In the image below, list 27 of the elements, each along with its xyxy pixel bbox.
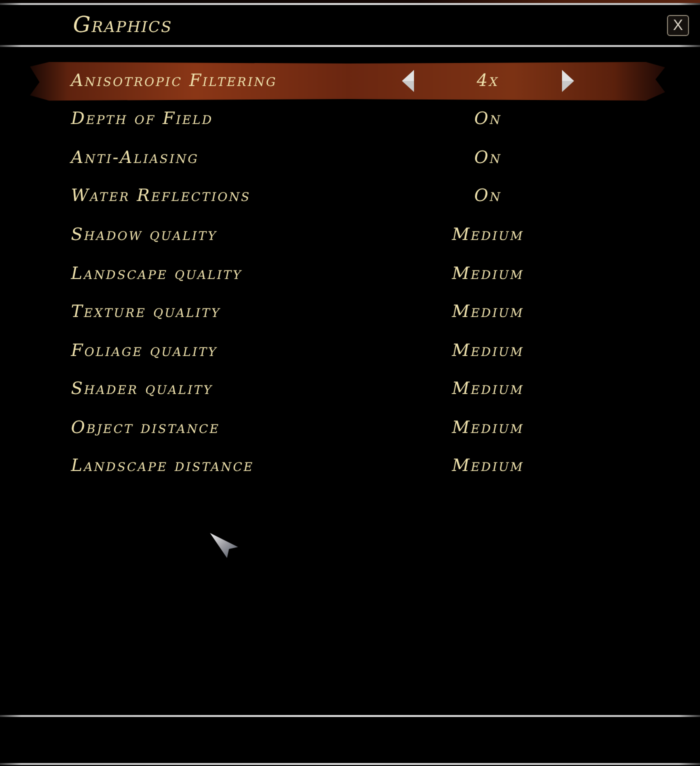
mouse-pointer-icon [210, 533, 238, 558]
setting-value: 4x [476, 70, 500, 93]
setting-value: Medium [452, 340, 524, 363]
setting-label[interactable]: Depth of Field [71, 107, 395, 133]
setting-label[interactable]: Shadow quality [71, 222, 395, 248]
setting-label[interactable]: Landscape quality [71, 262, 395, 288]
setting-label[interactable]: Shader quality [71, 377, 395, 403]
close-button[interactable]: X [667, 14, 689, 36]
setting-value: Medium [452, 378, 524, 402]
setting-value: On [474, 108, 502, 132]
setting-value: Medium [452, 301, 524, 324]
window-title: Graphics [73, 12, 172, 40]
setting-value: Medium [452, 416, 524, 440]
setting-value: Medium [452, 224, 524, 247]
left-triangle-icon[interactable] [402, 70, 414, 92]
setting-value: Medium [452, 455, 524, 478]
setting-label[interactable]: Texture quality [71, 300, 395, 326]
setting-label[interactable]: Foliage quality [71, 338, 395, 364]
setting-label[interactable]: Landscape distance [71, 454, 395, 480]
setting-label[interactable]: Anti-Aliasing [71, 146, 395, 172]
setting-label[interactable]: Water Reflections [71, 184, 395, 210]
setting-value: On [474, 146, 502, 170]
setting-label[interactable]: Anisotropic Filtering [71, 68, 395, 94]
setting-value: Medium [452, 262, 524, 286]
setting-value: On [474, 185, 502, 208]
setting-label[interactable]: Object distance [71, 416, 395, 442]
right-triangle-icon[interactable] [562, 70, 574, 92]
